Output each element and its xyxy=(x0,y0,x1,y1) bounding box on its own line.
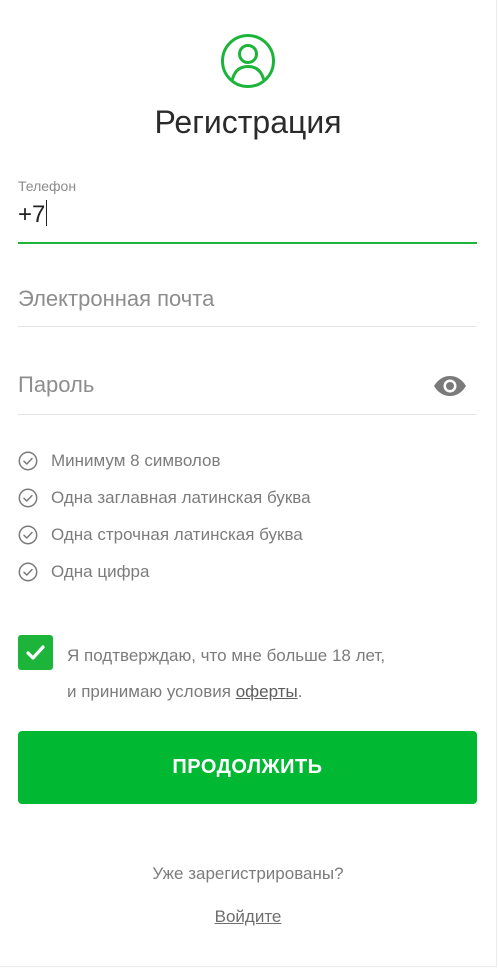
check-circle-icon xyxy=(18,562,38,582)
phone-input[interactable]: +7 xyxy=(18,200,48,230)
eye-icon[interactable] xyxy=(433,375,467,397)
rule-text: Одна заглавная латинская буква xyxy=(51,488,311,507)
phone-field[interactable]: Телефон +7 xyxy=(18,174,477,244)
password-placeholder: Пароль xyxy=(18,372,95,397)
agreement-line-2: и принимаю условия оферты. xyxy=(67,674,467,710)
checkmark-icon xyxy=(26,645,45,660)
offer-link[interactable]: оферты xyxy=(236,682,298,701)
password-rules: Минимум 8 символов Одна заглавная латинс… xyxy=(18,446,477,594)
rule-item: Одна строчная латинская буква xyxy=(18,520,477,557)
check-circle-icon xyxy=(18,525,38,545)
rule-text: Минимум 8 символов xyxy=(51,451,221,470)
agreement-text: Я подтверждаю, что мне больше 18 лет, и … xyxy=(67,638,467,710)
login-link[interactable]: Войдите xyxy=(215,907,282,926)
rule-item: Минимум 8 символов xyxy=(18,446,477,483)
agreement-line-2-prefix: и принимаю условия xyxy=(67,682,236,701)
phone-value: +7 xyxy=(18,201,46,228)
rule-text: Одна строчная латинская буква xyxy=(51,525,303,544)
password-field[interactable]: Пароль xyxy=(18,362,477,415)
rule-text: Одна цифра xyxy=(51,562,150,581)
check-circle-icon xyxy=(18,451,38,471)
registration-page: Регистрация Телефон +7 Электронная почта… xyxy=(0,0,497,967)
rule-item: Одна заглавная латинская буква xyxy=(18,483,477,520)
check-circle-icon xyxy=(18,488,38,508)
agreement-line-1: Я подтверждаю, что мне больше 18 лет, xyxy=(67,646,386,665)
already-registered-text: Уже зарегистрированы? xyxy=(152,864,344,883)
page-title: Регистрация xyxy=(154,104,342,140)
age-confirm-checkbox[interactable] xyxy=(18,635,53,670)
email-placeholder: Электронная почта xyxy=(18,286,215,311)
continue-button[interactable]: ПРОДОЛЖИТЬ xyxy=(18,731,477,804)
rule-item: Одна цифра xyxy=(18,557,477,594)
phone-label: Телефон xyxy=(18,178,77,194)
email-field[interactable]: Электронная почта xyxy=(18,276,477,327)
login-link-container: Войдите xyxy=(0,907,496,927)
user-circle-icon xyxy=(221,34,275,88)
agreement-line-2-suffix: . xyxy=(297,682,303,701)
text-caret xyxy=(46,200,48,226)
